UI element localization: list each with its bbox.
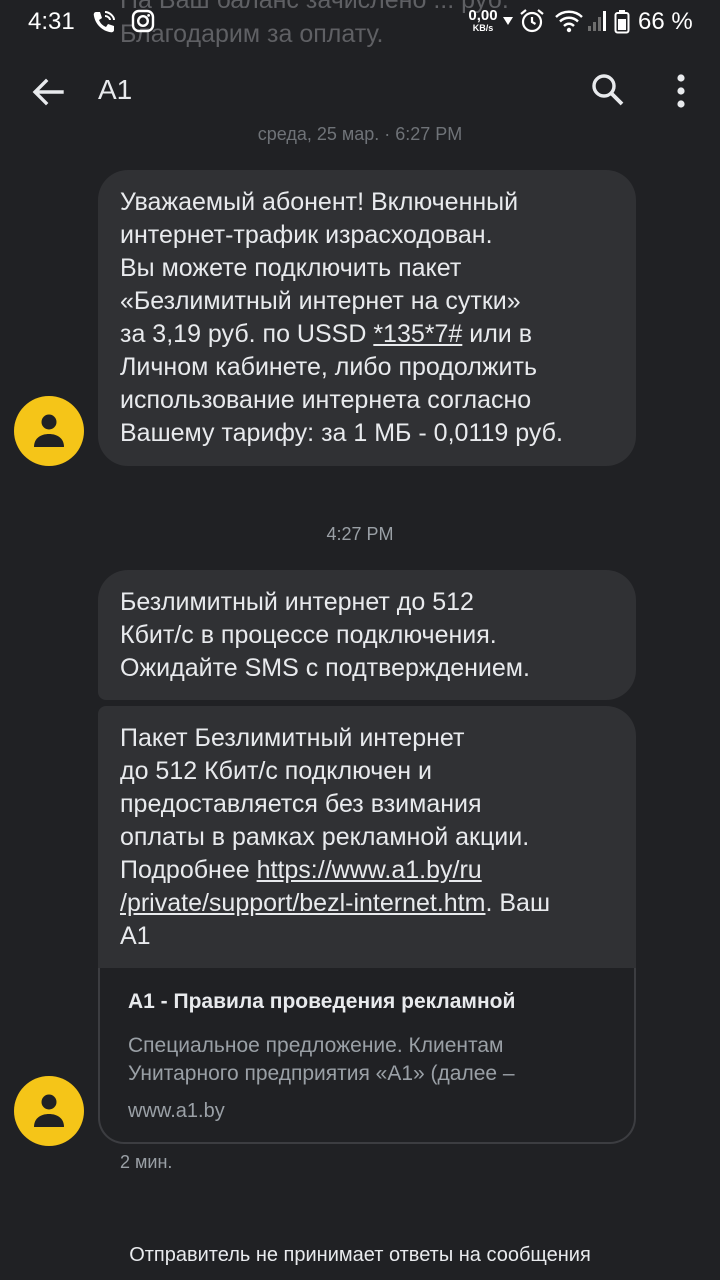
person-icon [34, 1094, 64, 1127]
message-line: интернет-трафик израсходован. [120, 221, 493, 249]
link-preview-description-line: Специальное предложение. Клиентам [128, 1034, 504, 1057]
person-icon [34, 414, 64, 447]
message-line: до 512 Кбит/с подключен и [120, 757, 432, 785]
message-text: или в [462, 320, 533, 348]
link-preview-description-line: Унитарного предприятия «А1» (далее – [128, 1062, 515, 1085]
message-bubble[interactable]: Пакет Безлимитный интернет до 512 Кбит/с… [98, 706, 636, 970]
more-vert-icon[interactable] [664, 70, 698, 112]
message-text: . Ваш [485, 889, 550, 917]
message-line: Вашему тарифу: за 1 МБ - 0,0119 руб. [120, 419, 563, 447]
message-line: Уважаемый абонент! Включенный [120, 188, 519, 216]
avatar[interactable] [14, 396, 84, 466]
notification-ghost-line1: На Ваш баланс зачислено ... руб. [120, 0, 509, 14]
url-link[interactable]: /private/support/bezl-internet.htm [120, 889, 485, 917]
link-preview-title: А1 - Правила проведения рекламной [128, 990, 516, 1013]
wifi-icon [555, 10, 583, 33]
avatar[interactable] [14, 1076, 84, 1146]
message-line: за 3,19 руб. по USSD *135*7# или в [120, 318, 614, 351]
search-icon[interactable] [588, 70, 628, 110]
link-preview-card[interactable]: А1 - Правила проведения рекламной Специа… [98, 968, 636, 1144]
url-link[interactable]: https://www.a1.by/ru [257, 856, 482, 884]
net-speed-unit: KB/s [472, 23, 494, 33]
date-separator: среда, 25 мар. · 6:27 PM [257, 124, 463, 144]
message-line: Личном кабинете, либо продолжить [120, 353, 537, 381]
net-speed: 0,00 KB/s [466, 8, 500, 33]
status-bar: На Ваш баланс зачислено ... руб. Благода… [0, 0, 720, 48]
message-timestamp: 2 мин. [120, 1152, 173, 1172]
message-line: «Безлимитный интернет на сутки» [120, 287, 521, 315]
alarm-icon [520, 9, 544, 33]
ussd-code-link[interactable]: *135*7# [373, 320, 462, 348]
message-line: Ожидайте SMS с подтверждением. [120, 654, 530, 682]
message-line: Кбит/с в процессе подключения. [120, 621, 497, 649]
battery-icon [614, 10, 630, 34]
message-text: Подробнее [120, 856, 257, 884]
conversation-title: A1 [98, 74, 133, 105]
message-line: Подробнее https://www.a1.by/ru [120, 854, 614, 887]
message-line: Безлимитный интернет до 512 [120, 588, 474, 616]
battery-percent: 66 % [638, 8, 693, 35]
message-line: предоставляется без взимания [120, 790, 482, 818]
back-arrow-icon[interactable] [28, 72, 68, 112]
phone-wifi-icon [93, 11, 115, 33]
signal-icon [588, 11, 606, 31]
message-line: /private/support/bezl-internet.htm. Ваш [120, 887, 614, 920]
message-bubble[interactable]: Безлимитный интернет до 512 Кбит/с в про… [98, 570, 636, 700]
reply-disabled-note: Отправитель не принимает ответы на сообщ… [129, 1244, 591, 1266]
message-line: Пакет Безлимитный интернет [120, 724, 465, 752]
date-separator: 4:27 PM [326, 524, 394, 544]
message-line: Вы можете подключить пакет [120, 254, 462, 282]
message-line: А1 [120, 922, 151, 950]
link-preview-description: Специальное предложение. Клиентам Унитар… [128, 1032, 598, 1088]
message-line: оплаты в рамках рекламной акции. [120, 823, 530, 851]
message-text: за 3,19 руб. по USSD [120, 320, 374, 348]
net-speed-value: 0,00 [468, 7, 498, 24]
link-preview-domain: www.a1.by [128, 1100, 225, 1122]
dropdown-arrow-icon [503, 17, 513, 25]
message-line: использование интернета согласно [120, 386, 532, 414]
instagram-icon [131, 9, 155, 33]
status-time: 4:31 [28, 8, 75, 35]
message-bubble[interactable]: Уважаемый абонент! Включенный интернет-т… [98, 170, 636, 466]
